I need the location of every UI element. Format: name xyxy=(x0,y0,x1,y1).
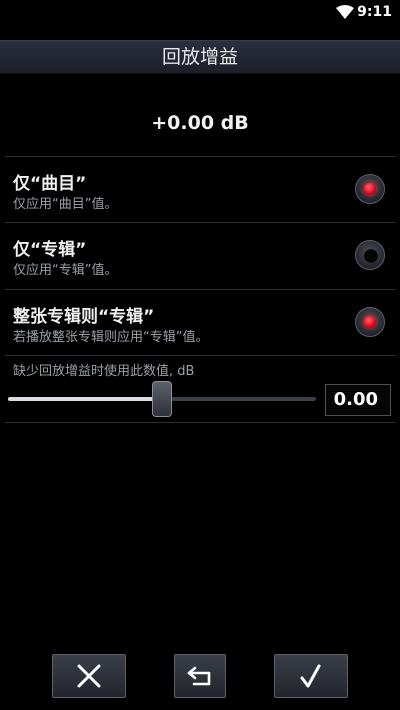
close-icon xyxy=(77,664,101,688)
confirm-button[interactable] xyxy=(274,654,348,698)
option-track-only[interactable]: 仅“曲目” 仅应用“曲目”值。 xyxy=(0,157,400,223)
option-album-if-whole[interactable]: 整张专辑则“专辑” 若播放整张专辑则应用“专辑”值。 xyxy=(0,290,400,356)
checkmark-icon xyxy=(300,664,321,688)
option-subtitle: 仅应用“专辑”值。 xyxy=(13,263,118,278)
option-title: 整张专辑则“专辑” xyxy=(13,307,155,327)
fallback-gain-label: 缺少回放增益时使用此数值, dB xyxy=(13,364,195,379)
radio-button[interactable] xyxy=(355,240,385,270)
radio-button[interactable] xyxy=(355,174,385,204)
status-bar: 9:11 xyxy=(0,0,400,26)
option-subtitle: 若播放整张专辑则应用“专辑”值。 xyxy=(13,330,209,345)
undo-icon xyxy=(187,666,211,686)
page-title: 回放增益 xyxy=(0,40,400,74)
radio-indicator-icon xyxy=(364,249,378,263)
option-title: 仅“专辑” xyxy=(13,240,87,260)
slider-fill xyxy=(8,397,162,401)
radio-indicator-icon xyxy=(364,316,376,328)
option-subtitle: 仅应用“曲目”值。 xyxy=(13,197,118,212)
cancel-button[interactable] xyxy=(52,654,126,698)
slider-thumb[interactable] xyxy=(152,381,172,417)
radio-button[interactable] xyxy=(355,307,385,337)
divider xyxy=(5,355,396,356)
radio-indicator-icon xyxy=(364,183,376,195)
gain-value: +0.00 dB xyxy=(151,112,249,134)
option-title: 仅“曲目” xyxy=(13,174,87,194)
divider xyxy=(5,422,396,423)
fallback-gain-input[interactable]: 0.00 xyxy=(325,384,391,416)
status-time: 9:11 xyxy=(357,4,392,20)
option-album-only[interactable]: 仅“专辑” 仅应用“专辑”值。 xyxy=(0,223,400,289)
wifi-icon xyxy=(336,5,354,19)
reset-button[interactable] xyxy=(174,654,226,698)
